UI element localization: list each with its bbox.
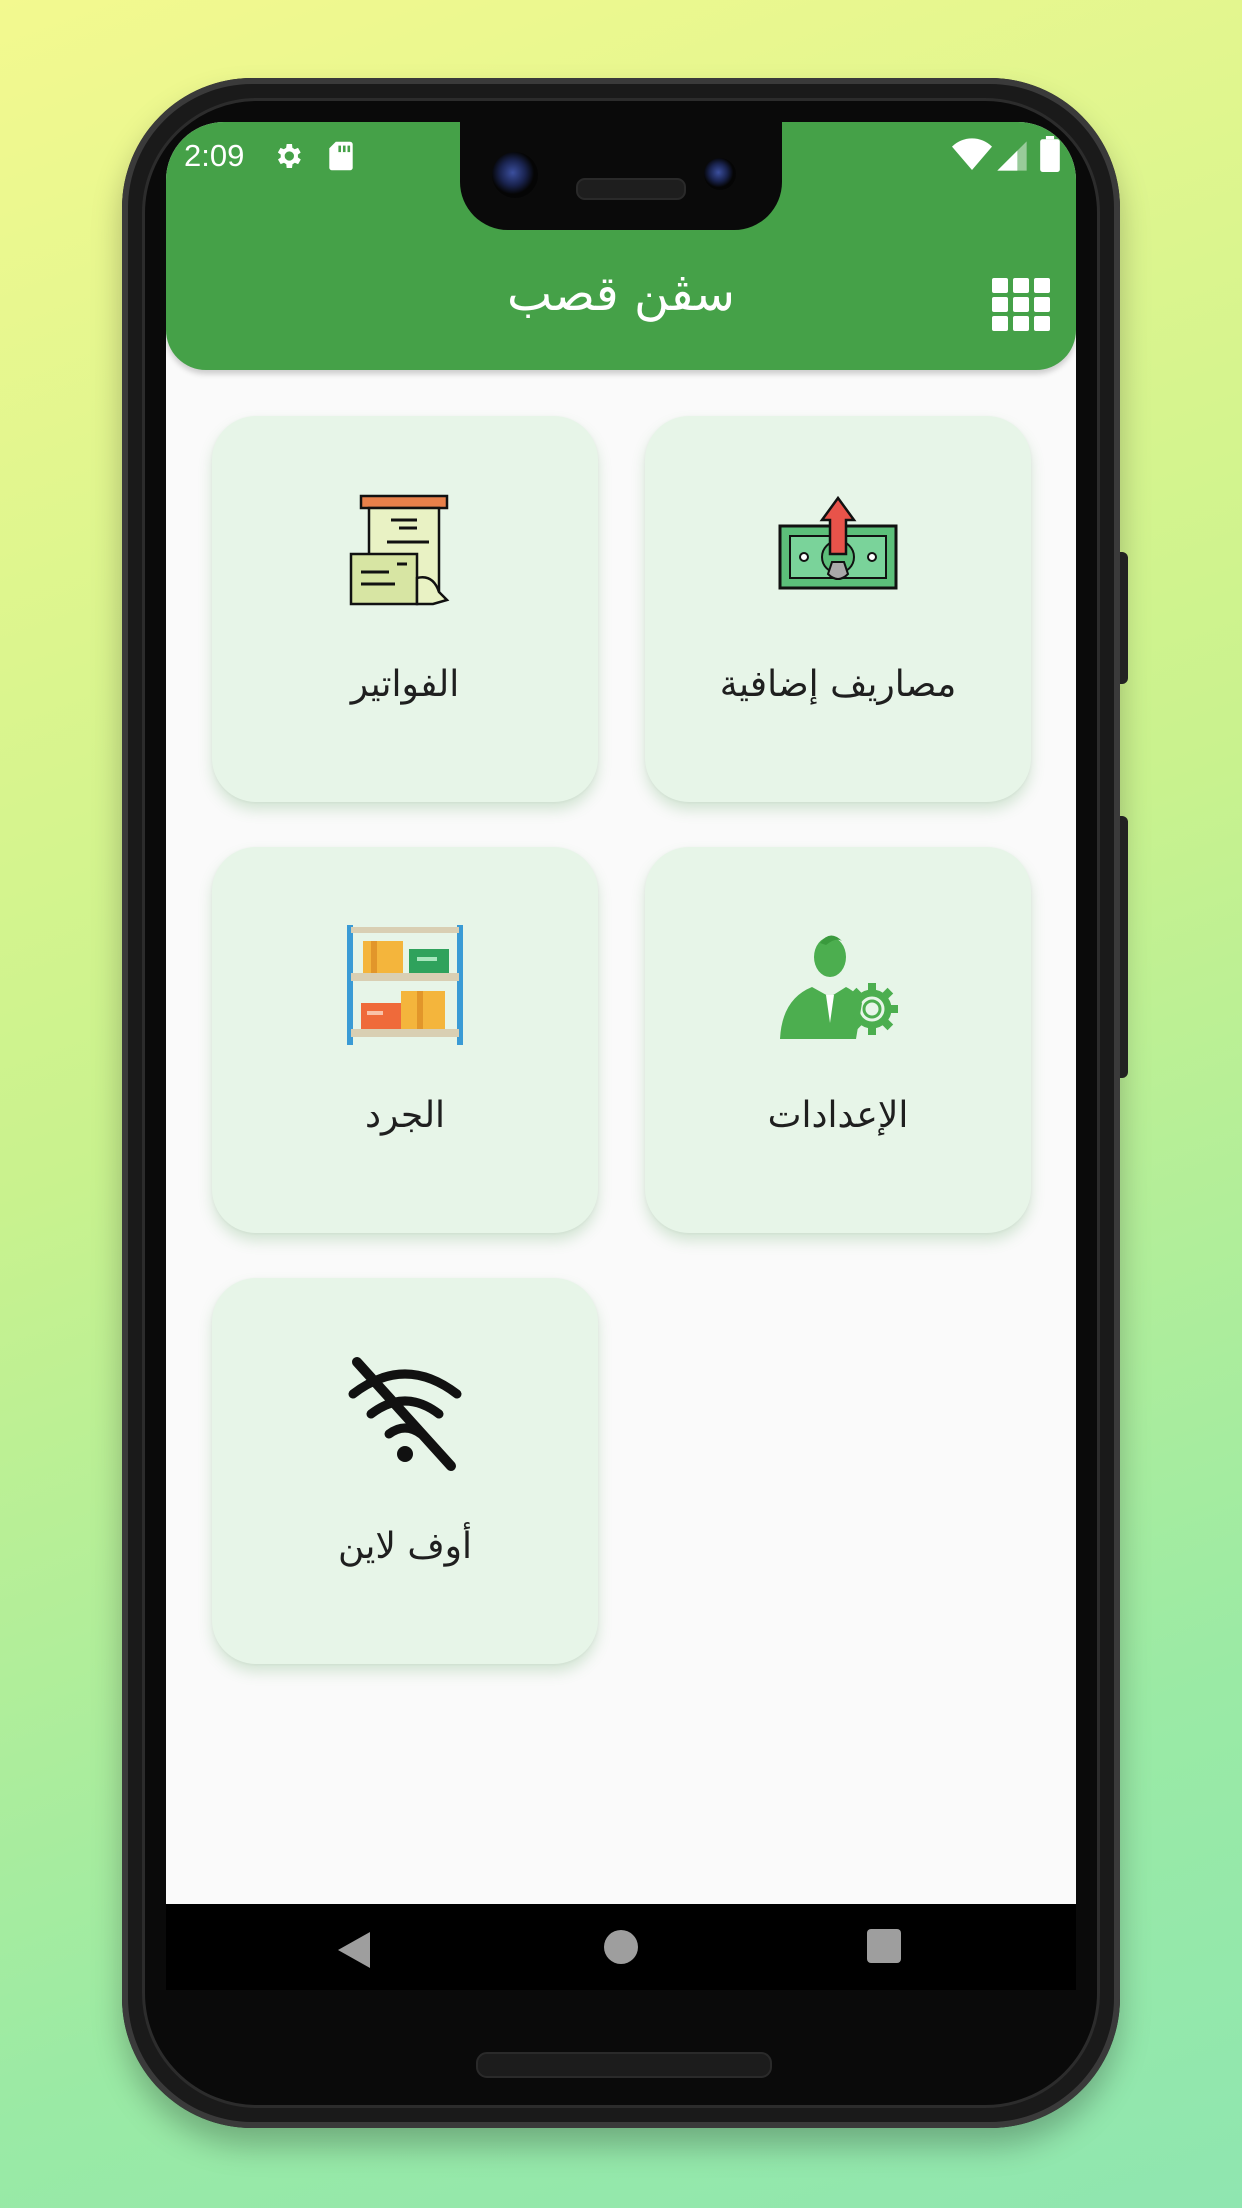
front-camera bbox=[492, 152, 538, 198]
app-bar: 2:09 سڤن قصب bbox=[166, 122, 1076, 370]
phone-chin-bar bbox=[476, 2052, 772, 2078]
card-inventory[interactable]: الجرد bbox=[212, 847, 598, 1233]
recents-icon[interactable] bbox=[866, 1928, 902, 1964]
power-button bbox=[1120, 552, 1128, 684]
battery-icon bbox=[1040, 136, 1060, 172]
system-nav-bar bbox=[166, 1904, 1076, 1990]
card-settings[interactable]: الإعدادات bbox=[645, 847, 1031, 1233]
grid-menu-button[interactable] bbox=[992, 278, 1050, 332]
wifi-off-icon bbox=[348, 1357, 462, 1471]
receipt-icon bbox=[349, 494, 450, 606]
front-sensor bbox=[704, 158, 736, 190]
screen: 2:09 سڤن قصب مصاريف إضافية الفواتير الإع… bbox=[166, 122, 1076, 1990]
card-label: مصاريف إضافية bbox=[719, 664, 957, 705]
back-icon[interactable] bbox=[336, 1930, 372, 1970]
gear-icon bbox=[277, 144, 301, 168]
earpiece bbox=[576, 178, 686, 200]
money-withdraw-icon bbox=[778, 495, 898, 590]
card-label: الجرد bbox=[364, 1095, 446, 1136]
card-invoices[interactable]: الفواتير bbox=[212, 416, 598, 802]
camera-notch bbox=[460, 122, 782, 230]
inventory-shelf-icon bbox=[347, 925, 463, 1045]
status-time: 2:09 bbox=[184, 138, 245, 173]
card-label: أوف لاين bbox=[337, 1526, 473, 1567]
user-settings-icon bbox=[780, 935, 898, 1039]
sd-card-icon bbox=[329, 141, 353, 171]
wifi-icon bbox=[952, 138, 992, 170]
app-title: سڤن قصب bbox=[507, 266, 735, 322]
card-label: الإعدادات bbox=[767, 1095, 909, 1136]
volume-button bbox=[1120, 816, 1128, 1078]
card-offline[interactable]: أوف لاين bbox=[212, 1278, 598, 1664]
card-label: الفواتير bbox=[350, 664, 460, 705]
home-icon[interactable] bbox=[602, 1928, 640, 1966]
signal-icon bbox=[997, 141, 1027, 171]
card-extra-expenses[interactable]: مصاريف إضافية bbox=[645, 416, 1031, 802]
